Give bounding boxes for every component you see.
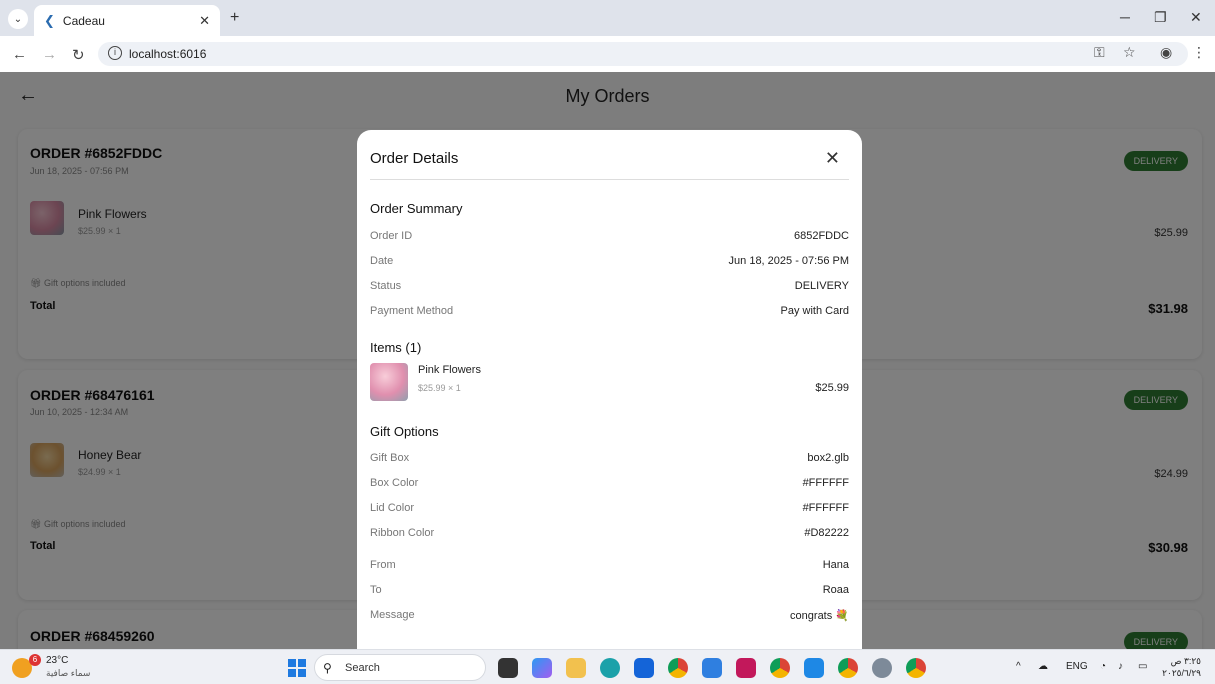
summary-row: Date Jun 18, 2025 - 07:56 PM xyxy=(370,255,849,271)
summary-row: Status DELIVERY xyxy=(370,280,849,296)
item-qty-price: $25.99 × 1 xyxy=(418,383,461,393)
address-bar[interactable] xyxy=(98,42,1188,66)
app-icon[interactable] xyxy=(736,658,756,678)
row-value: Pay with Card xyxy=(780,305,849,317)
items-heading: Items (1) xyxy=(370,340,422,355)
chrome-active-icon[interactable] xyxy=(906,658,926,678)
modal-title: Order Details xyxy=(370,150,459,167)
file-explorer-icon[interactable] xyxy=(566,658,586,678)
app-viewport: ← My Orders ORDER #6852FDDC Jun 18, 2025… xyxy=(0,72,1215,649)
weather-temp[interactable]: 23°C xyxy=(46,655,68,666)
gift-row: Message congrats 💐 xyxy=(370,609,849,625)
close-window-icon[interactable]: ✕ xyxy=(1190,9,1202,26)
tab-search-icon[interactable]: ⌄ xyxy=(8,9,28,29)
row-label: Order ID xyxy=(370,230,413,242)
settings-gear-icon[interactable] xyxy=(872,658,892,678)
system-clock[interactable]: ٣:٢٥ ص ٢٠٢٥/٦/٢٩ xyxy=(1162,655,1201,679)
gift-row: To Roaa xyxy=(370,584,849,600)
new-tab-icon[interactable]: + xyxy=(230,9,239,27)
row-value: Roaa xyxy=(822,584,849,596)
item-name: Pink Flowers xyxy=(418,364,481,376)
row-label: Message xyxy=(370,609,415,621)
back-icon[interactable]: ← xyxy=(12,46,27,63)
chrome-icon[interactable] xyxy=(668,658,688,678)
tray-chevron-up-icon[interactable]: ^ xyxy=(1016,661,1021,672)
forward-icon[interactable]: → xyxy=(42,46,57,63)
start-windows-icon[interactable] xyxy=(288,659,306,677)
restore-icon[interactable]: ❐ xyxy=(1154,9,1167,26)
tab-title: Cadeau xyxy=(62,13,105,28)
wifi-icon[interactable]: ◔ xyxy=(1100,661,1106,672)
row-label: Lid Color xyxy=(370,502,415,514)
row-label: Ribbon Color xyxy=(370,527,435,539)
row-value: box2.glb xyxy=(807,452,849,464)
battery-icon[interactable]: ▭ xyxy=(1138,661,1147,672)
task-view-icon[interactable] xyxy=(498,658,518,678)
url-text[interactable]: localhost:6016 xyxy=(129,47,206,61)
gift-row: From Hana xyxy=(370,559,849,575)
gift-row: Box Color #FFFFFF xyxy=(370,477,849,493)
profile-icon[interactable]: ◉ xyxy=(1160,44,1172,61)
row-value: 6852FDDC xyxy=(793,230,849,242)
volume-icon[interactable]: ♪ xyxy=(1118,661,1123,672)
row-label: Status xyxy=(370,280,402,292)
row-value: #FFFFFF xyxy=(802,477,849,489)
row-value: DELIVERY xyxy=(794,280,849,292)
menu-kebab-icon[interactable]: ⋮ xyxy=(1192,44,1206,61)
language-indicator[interactable]: ENG xyxy=(1066,661,1088,672)
weather-desc[interactable]: سماء صافية xyxy=(46,668,90,679)
weather-badge: 6 xyxy=(29,654,41,666)
chrome-profile-icon[interactable] xyxy=(770,658,790,678)
summary-row: Payment Method Pay with Card xyxy=(370,305,849,321)
row-value: congrats 💐 xyxy=(790,610,849,622)
edge-icon[interactable] xyxy=(600,658,620,678)
divider xyxy=(370,179,849,180)
row-label: Payment Method xyxy=(370,305,454,317)
row-label: Gift Box xyxy=(370,452,410,464)
row-value: Jun 18, 2025 - 07:56 PM xyxy=(728,255,849,267)
order-summary-heading: Order Summary xyxy=(370,201,463,216)
taskbar-search[interactable]: ⚲ Search xyxy=(314,654,486,681)
item-price: $25.99 xyxy=(815,382,849,394)
summary-row: Order ID 6852FDDC xyxy=(370,230,849,246)
product-thumbnail xyxy=(370,363,408,401)
clock-date: ٢٠٢٥/٦/٢٩ xyxy=(1162,668,1201,678)
clock-time: ٣:٢٥ ص xyxy=(1170,656,1201,666)
gift-row: Gift Box box2.glb xyxy=(370,452,849,468)
site-info-icon[interactable]: i xyxy=(108,46,122,60)
chrome-profile-icon[interactable] xyxy=(838,658,858,678)
tab-close-icon[interactable]: ✕ xyxy=(199,13,210,29)
password-key-icon[interactable]: ⚿ xyxy=(1094,44,1105,61)
browser-tab[interactable]: ❮ Cadeau ✕ xyxy=(34,5,220,36)
bookmark-star-icon[interactable]: ☆ xyxy=(1123,44,1136,61)
mail-icon[interactable] xyxy=(702,658,722,678)
copilot-icon[interactable] xyxy=(532,658,552,678)
reload-icon[interactable]: ↻ xyxy=(72,46,85,64)
browser-tab-bar: ⌄ ❮ Cadeau ✕ + ─ ❐ ✕ xyxy=(0,0,1215,36)
gift-row: Ribbon Color #D82222 xyxy=(370,527,849,543)
gift-options-heading: Gift Options xyxy=(370,424,439,439)
search-icon: ⚲ xyxy=(323,661,332,675)
minimize-icon[interactable]: ─ xyxy=(1120,9,1130,25)
row-label: Box Color xyxy=(370,477,419,489)
onedrive-icon[interactable]: ☁ xyxy=(1038,661,1048,672)
row-value: Hana xyxy=(822,559,849,571)
store-icon[interactable] xyxy=(634,658,654,678)
row-value: #D82222 xyxy=(804,527,849,539)
vscode-icon[interactable] xyxy=(804,658,824,678)
gift-row: Lid Color #FFFFFF xyxy=(370,502,849,518)
taskbar: 6 23°C سماء صافية ⚲ Search ^ ☁ ENG ◔ ♪ ▭… xyxy=(0,649,1215,684)
favicon-icon: ❮ xyxy=(44,12,55,28)
search-label: Search xyxy=(345,662,380,674)
row-label: Date xyxy=(370,255,394,267)
close-icon[interactable]: ✕ xyxy=(825,148,840,169)
order-details-modal: Order Details ✕ Order Summary Order ID 6… xyxy=(357,130,862,649)
row-label: From xyxy=(370,559,396,571)
row-value: #FFFFFF xyxy=(802,502,849,514)
row-label: To xyxy=(370,584,382,596)
